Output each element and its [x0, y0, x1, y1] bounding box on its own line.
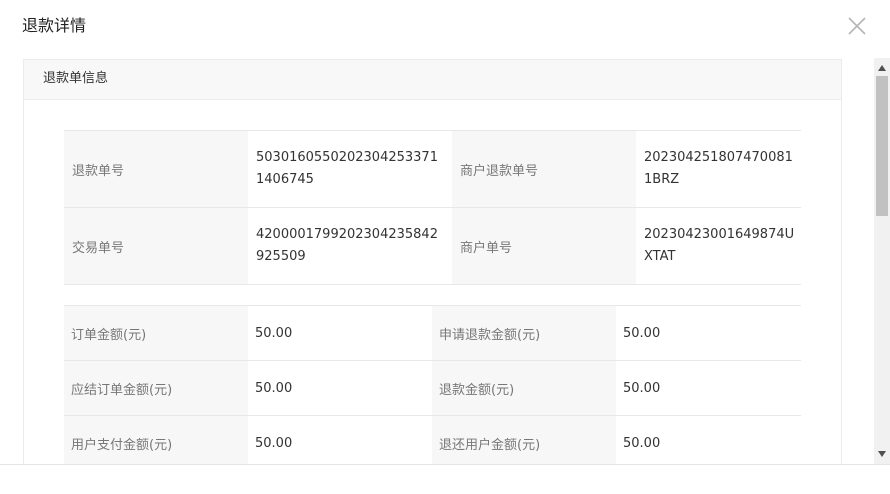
- settled-order-amount-value: 50.00: [248, 361, 432, 415]
- transaction-no-value: 4200001799202304235842925509: [248, 208, 452, 284]
- table-row: 用户支付金额(元) 50.00 退还用户金额(元) 50.00: [64, 416, 801, 464]
- refund-no-value: 50301605502023042533711406745: [248, 131, 452, 207]
- transaction-no-label: 交易单号: [64, 208, 248, 284]
- refund-amount-label: 退款金额(元): [432, 361, 616, 415]
- user-paid-amount-label: 用户支付金额(元): [64, 416, 248, 464]
- merchant-refund-no-value: 2023042518074700811BRZ: [636, 131, 801, 207]
- user-refunded-amount-label: 退还用户金额(元): [432, 416, 616, 464]
- panel-header: 退款单信息: [24, 60, 841, 100]
- order-amount-value: 50.00: [248, 306, 432, 360]
- close-icon[interactable]: [846, 15, 868, 37]
- amount-table: 订单金额(元) 50.00 申请退款金额(元) 50.00 应结订单金额(元) …: [64, 305, 801, 464]
- refund-info-table: 退款单号 50301605502023042533711406745 商户退款单…: [64, 130, 801, 285]
- table-row: 交易单号 4200001799202304235842925509 商户单号 2…: [64, 208, 801, 285]
- dialog-title: 退款详情: [22, 16, 87, 35]
- settled-order-amount-label: 应结订单金额(元): [64, 361, 248, 415]
- requested-refund-amount-label: 申请退款金额(元): [432, 306, 616, 360]
- footer-divider: [0, 464, 890, 465]
- table-row: 退款单号 50301605502023042533711406745 商户退款单…: [64, 131, 801, 208]
- user-paid-amount-value: 50.00: [248, 416, 432, 464]
- merchant-order-no-value: 20230423001649874UXTAT: [636, 208, 801, 284]
- vertical-scrollbar[interactable]: [874, 58, 890, 464]
- refund-detail-dialog: 退款详情 退款单信息 退款单号 503016055020230425337114…: [0, 0, 890, 494]
- table-row: 应结订单金额(元) 50.00 退款金额(元) 50.00: [64, 361, 801, 416]
- order-amount-label: 订单金额(元): [64, 306, 248, 360]
- table-row: 订单金额(元) 50.00 申请退款金额(元) 50.00: [64, 306, 801, 361]
- refund-no-label: 退款单号: [64, 131, 248, 207]
- user-refunded-amount-value: 50.00: [616, 416, 801, 464]
- scroll-down-arrow-icon[interactable]: [874, 446, 890, 462]
- refund-amount-value: 50.00: [616, 361, 801, 415]
- merchant-order-no-label: 商户单号: [452, 208, 636, 284]
- requested-refund-amount-value: 50.00: [616, 306, 801, 360]
- scrollbar-thumb[interactable]: [876, 76, 888, 216]
- refund-info-panel: 退款单信息 退款单号 50301605502023042533711406745…: [23, 59, 842, 464]
- scroll-up-arrow-icon[interactable]: [874, 60, 890, 76]
- dialog-content: 退款单信息 退款单号 50301605502023042533711406745…: [0, 58, 873, 464]
- merchant-refund-no-label: 商户退款单号: [452, 131, 636, 207]
